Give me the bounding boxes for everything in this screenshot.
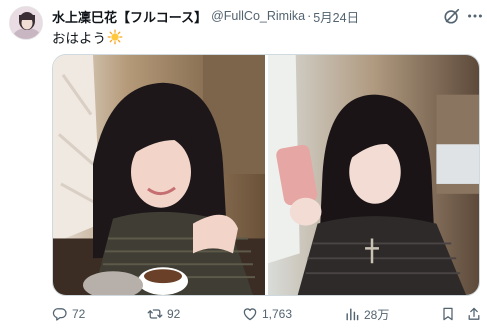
- views-icon: [346, 308, 359, 321]
- more-icon[interactable]: [466, 7, 484, 25]
- action-bar: 72 92 1,763 28万: [52, 304, 484, 324]
- like-button[interactable]: 1,763: [242, 304, 292, 324]
- like-count: 1,763: [262, 307, 293, 321]
- photo-1[interactable]: [53, 55, 265, 295]
- views-button[interactable]: 28万: [344, 304, 389, 324]
- retweet-icon: [147, 309, 163, 319]
- retweet-count: 92: [167, 307, 181, 321]
- reply-icon: [52, 308, 67, 321]
- views-count: 28万: [364, 307, 390, 322]
- sun-icon: [107, 29, 123, 45]
- tweet-header: 水上凜巳花【フルコース】 @FullCo_Rimika · 5月24日: [52, 7, 447, 25]
- media-grid: [52, 54, 480, 296]
- bookmark-button[interactable]: [440, 304, 460, 324]
- separator-dot: ·: [307, 9, 312, 23]
- photo-2-image: [268, 55, 479, 295]
- handle[interactable]: @FullCo_Rimika: [211, 9, 305, 23]
- photo-1-image: [53, 55, 265, 295]
- tweet-text-content: おはよう: [52, 31, 106, 46]
- photo-2[interactable]: [268, 55, 479, 295]
- tweet[interactable]: 水上凜巳花【フルコース】 @FullCo_Rimika · 5月24日 おはよう: [0, 0, 487, 332]
- tweet-text: おはよう: [52, 27, 123, 47]
- heart-icon: [243, 308, 257, 321]
- avatar-image: [10, 7, 42, 39]
- display-name[interactable]: 水上凜巳花【フルコース】: [52, 7, 207, 26]
- retweet-button[interactable]: 92: [147, 304, 180, 324]
- reply-count: 72: [72, 307, 86, 321]
- share-button[interactable]: [466, 304, 486, 324]
- reply-button[interactable]: 72: [52, 304, 85, 324]
- bookmark-icon: [443, 307, 453, 321]
- avatar[interactable]: [9, 6, 43, 40]
- grok-icon[interactable]: [443, 7, 461, 25]
- share-icon: [468, 307, 480, 320]
- tweet-date[interactable]: 5月24日: [313, 7, 359, 26]
